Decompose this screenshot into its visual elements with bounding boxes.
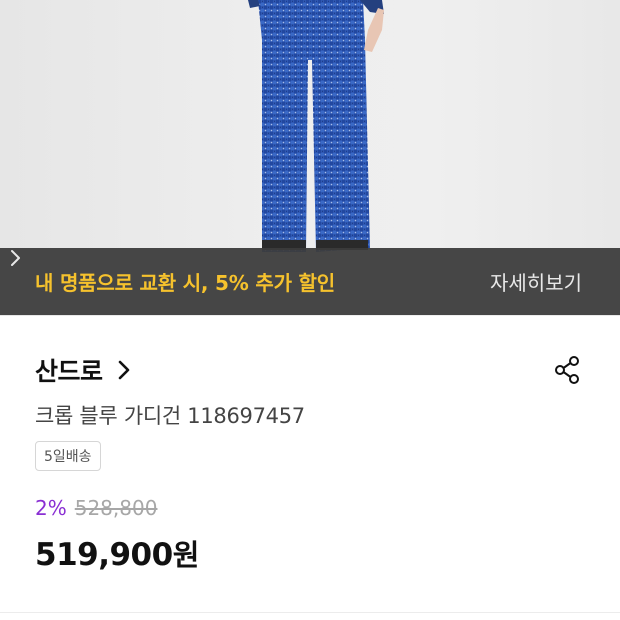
discount-rate: 2% [35,496,67,520]
original-price: 528,800 [74,496,158,520]
section-divider [0,612,620,613]
original-price-row: 2% 528,800 [35,496,157,520]
share-button[interactable] [550,353,584,387]
sale-price-row: 519,900 원 [35,532,199,574]
sale-price: 519,900 [35,537,173,573]
share-icon [555,356,579,384]
chevron-right-icon [118,360,129,380]
promo-banner-text: 내 명품으로 교환 시, 5% 추가 할인 [35,271,335,295]
currency-suffix: 원 [172,538,200,572]
product-name: 크롭 블루 가디건 118697457 [35,404,305,428]
brand-name: 산드로 [35,357,103,386]
brand-row: 산드로 [35,350,584,390]
promo-banner[interactable]: 내 명품으로 교환 시, 5% 추가 할인 자세히보기 [0,248,620,315]
chevron-right-icon [11,250,20,266]
product-image[interactable]: 내 명품으로 교환 시, 5% 추가 할인 자세히보기 [0,0,620,316]
brand-link[interactable]: 산드로 [35,352,131,388]
promo-details-label: 자세히보기 [490,271,582,295]
shipping-badge: 5일배송 [35,441,101,471]
promo-details-link[interactable]: 자세히보기 [11,250,582,296]
